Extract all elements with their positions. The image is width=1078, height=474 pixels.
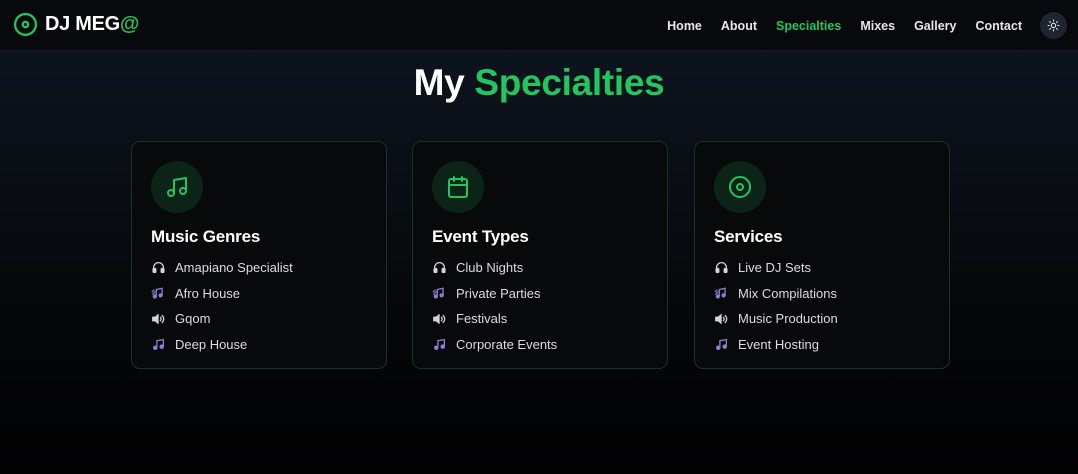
card-title: Event Types	[432, 227, 529, 246]
headphones-icon	[151, 261, 165, 275]
list-item: Mix Compilations	[714, 281, 838, 307]
headphones-icon	[714, 261, 728, 275]
card-icon-container	[151, 161, 203, 213]
disc-icon	[729, 176, 751, 198]
card-icon-container	[714, 161, 766, 213]
page-title: My Specialties	[413, 62, 665, 103]
nav-specialties[interactable]: Specialties	[776, 19, 841, 33]
card-title: Services	[714, 227, 783, 246]
music-notes-icon	[151, 338, 165, 352]
list-item: Private Parties	[432, 281, 557, 307]
card-list: Live DJ Sets Mix Compilations Music Prod…	[714, 255, 838, 357]
headphones-icon	[432, 261, 446, 275]
brand-logo[interactable]: DJ MEG@	[13, 12, 139, 37]
sun-icon	[1047, 19, 1060, 32]
disc-logo-icon	[13, 12, 38, 37]
card-icon-container	[432, 161, 484, 213]
theme-toggle-button[interactable]	[1040, 12, 1067, 39]
navbar: DJ MEG@ Home About Specialties Mixes Gal…	[0, 0, 1078, 51]
nav-contact[interactable]: Contact	[975, 19, 1022, 33]
list-item: Corporate Events	[432, 332, 557, 358]
music-notes-icon	[714, 338, 728, 352]
card-music-genres: Music Genres Amapiano Specialist Afro Ho…	[131, 141, 387, 369]
list-item: Festivals	[432, 306, 557, 332]
music-notes-icon	[432, 338, 446, 352]
list-item: Club Nights	[432, 255, 557, 281]
list-item: Afro House	[151, 281, 293, 307]
speaker-icon	[432, 312, 446, 326]
nav-about[interactable]: About	[721, 19, 757, 33]
card-services: Services Live DJ Sets Mix Compilations M…	[694, 141, 950, 369]
music-wave-icon	[432, 286, 446, 300]
card-list: Amapiano Specialist Afro House Gqom Deep…	[151, 255, 293, 357]
list-item: Live DJ Sets	[714, 255, 838, 281]
nav-mixes[interactable]: Mixes	[860, 19, 895, 33]
nav-home[interactable]: Home	[667, 19, 702, 33]
speaker-icon	[714, 312, 728, 326]
calendar-icon	[448, 176, 468, 198]
brand-name: DJ MEG@	[45, 13, 140, 35]
music-wave-icon	[151, 286, 165, 300]
card-event-types: Event Types Club Nights Private Parties …	[412, 141, 668, 369]
list-item: Gqom	[151, 306, 293, 332]
nav-gallery[interactable]: Gallery	[914, 19, 956, 33]
card-title: Music Genres	[151, 227, 261, 246]
nav-links: Home About Specialties Mixes Gallery Con…	[648, 0, 1022, 51]
list-item: Music Production	[714, 306, 838, 332]
list-item: Deep House	[151, 332, 293, 358]
speaker-icon	[151, 312, 165, 326]
music-wave-icon	[714, 286, 728, 300]
card-list: Club Nights Private Parties Festivals Co…	[432, 255, 557, 357]
list-item: Amapiano Specialist	[151, 255, 293, 281]
music-note-icon	[167, 177, 187, 197]
list-item: Event Hosting	[714, 332, 838, 358]
